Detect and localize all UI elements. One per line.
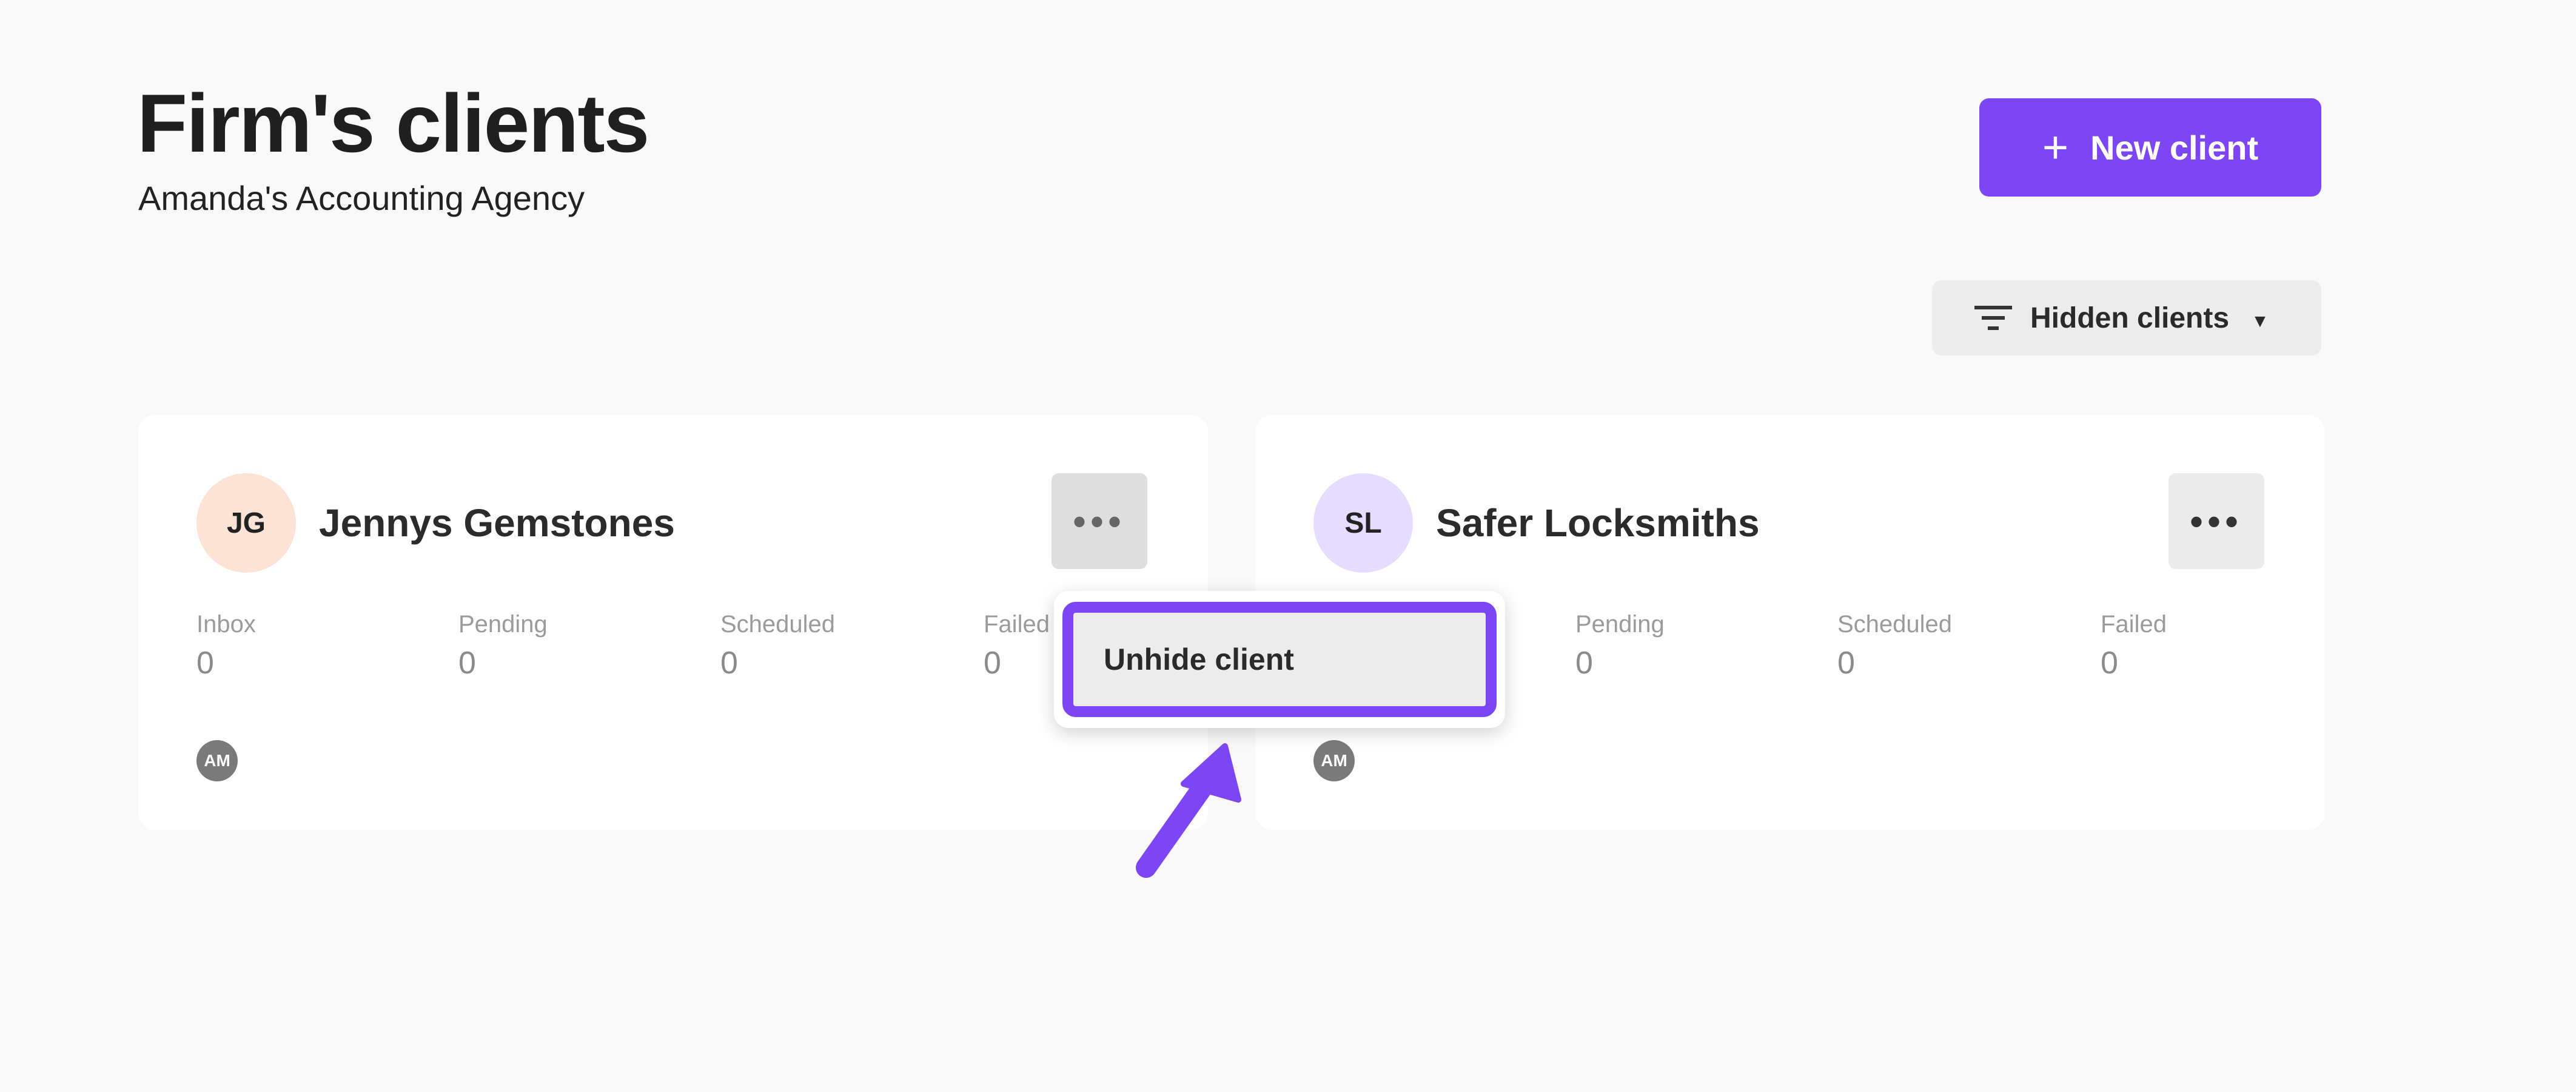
stat-scheduled: Scheduled 0	[720, 609, 963, 682]
client-avatar: JG	[196, 473, 296, 573]
stat-value: 0	[720, 645, 738, 681]
stat-value: 0	[1575, 645, 1593, 681]
page: Firm's clients Amanda's Accounting Agenc…	[0, 0, 2576, 1092]
member-avatar: AM	[196, 740, 238, 781]
stat-value: 0	[196, 645, 214, 681]
page-subtitle: Amanda's Accounting Agency	[138, 179, 585, 217]
client-name[interactable]: Jennys Gemstones	[319, 500, 675, 546]
page-title: Firm's clients	[137, 77, 649, 169]
client-name[interactable]: Safer Locksmiths	[1436, 500, 1760, 546]
stat-failed: Failed 0	[2101, 609, 2343, 682]
plus-icon: +	[2042, 122, 2069, 172]
stat-label: Inbox	[196, 611, 256, 638]
stat-label: Pending	[1575, 611, 1665, 638]
client-context-menu: Unhide client	[1054, 591, 1505, 728]
annotation-arrow-icon	[1136, 743, 1241, 878]
filter-label: Hidden clients	[2030, 302, 2230, 334]
caret-down-icon: ▼	[2251, 311, 2269, 331]
unhide-client-menu-item[interactable]: Unhide client	[1062, 602, 1497, 717]
more-options-button[interactable]: •••	[1052, 473, 1147, 569]
hidden-clients-filter-button[interactable]: Hidden clients ▼	[1932, 280, 2321, 356]
stat-label: Pending	[458, 611, 548, 638]
stat-inbox: Inbox 0	[196, 609, 439, 682]
stat-label: Scheduled	[720, 611, 836, 638]
stat-label: Scheduled	[1837, 611, 1953, 638]
stat-scheduled: Scheduled 0	[1837, 609, 2080, 682]
stat-value: 0	[458, 645, 476, 681]
stat-label: Failed	[2101, 611, 2167, 638]
new-client-button[interactable]: + New client	[1979, 98, 2321, 197]
new-client-label: New client	[2090, 128, 2259, 167]
client-avatar: SL	[1313, 473, 1413, 573]
stat-pending: Pending 0	[458, 609, 701, 682]
stat-value: 0	[1837, 645, 1855, 681]
more-options-button[interactable]: •••	[2168, 473, 2264, 569]
client-card[interactable]: JG Jennys Gemstones ••• Inbox 0 Pending …	[138, 415, 1208, 830]
stat-value: 0	[2101, 645, 2118, 681]
filter-icon	[1974, 306, 2012, 330]
stat-pending: Pending 0	[1575, 609, 1818, 682]
member-avatar: AM	[1313, 740, 1355, 781]
